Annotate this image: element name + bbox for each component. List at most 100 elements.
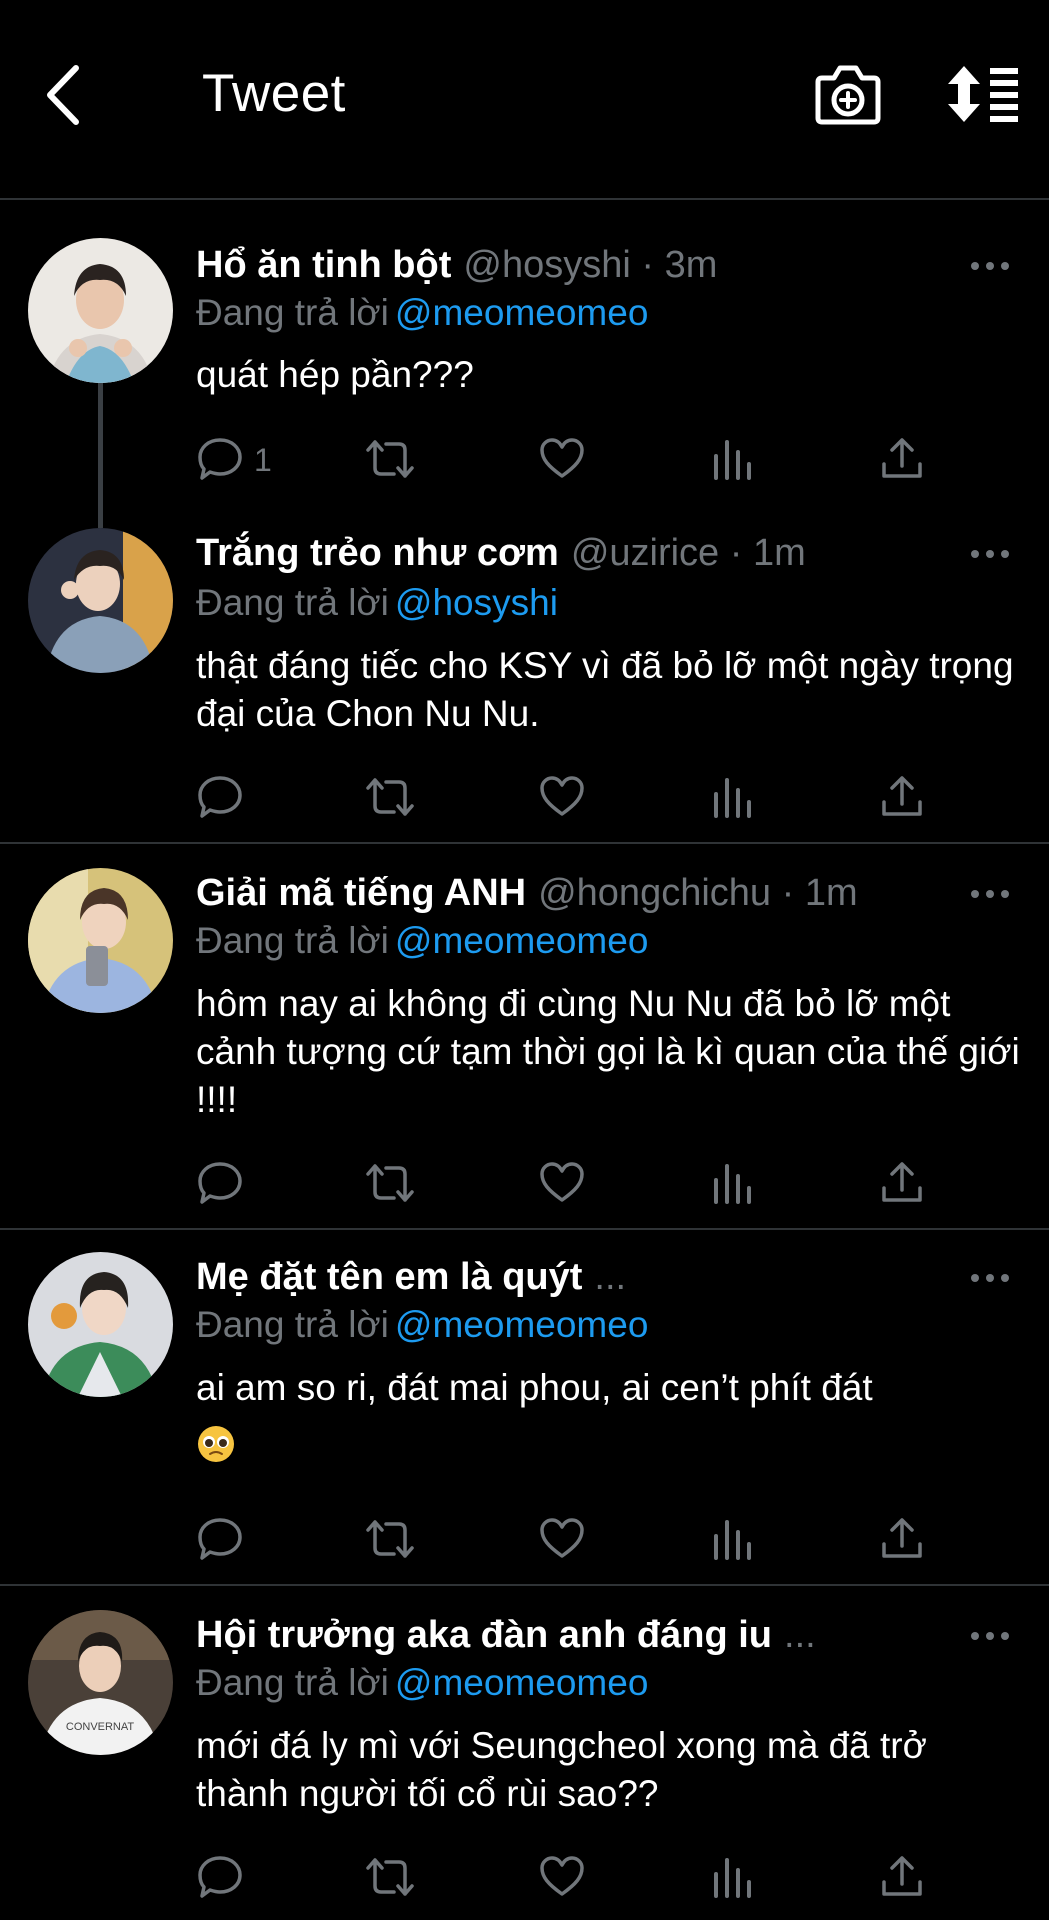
avatar[interactable]: CONVERNAT [28,1610,173,1755]
action-bar [196,1852,936,1902]
heart-icon [540,1162,584,1202]
tweet-text: hôm nay ai không đi cùng Nu Nu đã bỏ lỡ … [196,983,1020,1120]
replying-to-label: Đang trả lời [196,1304,389,1345]
more-horizontal-icon [971,890,1009,898]
action-bar [196,1158,936,1208]
replying-to: Đang trả lời @meomeomeo [196,288,648,338]
retweet-icon [366,1858,414,1896]
reply-icon [198,1856,242,1898]
tweet-item[interactable]: Trắng trẻo như cơm @uzirice · 1m Đang trả… [0,500,1049,842]
camera-button[interactable] [812,62,884,126]
retweet-button[interactable] [364,1852,416,1902]
reply-button[interactable] [196,772,244,822]
share-button[interactable] [880,434,924,484]
tweet-text-block: ai am so ri, đát mai phou, ai cen’t phít… [196,1364,1026,1468]
retweet-button[interactable] [364,772,416,822]
tweet-header: Trắng trẻo như cơm @uzirice · 1m [196,528,939,578]
share-icon [882,438,922,478]
avatar[interactable] [28,1252,173,1397]
reply-button[interactable] [196,1158,244,1208]
heart-icon [540,1518,584,1558]
reply-icon [198,1518,242,1560]
replying-to-label: Đang trả lời [196,582,389,623]
avatar-image [28,1252,173,1397]
handle-time: @hosyshi · 3m [463,244,718,286]
reply-button[interactable] [196,1852,244,1902]
avatar-image [28,238,173,383]
display-name[interactable]: Mẹ đặt tên em là quýt [196,1256,582,1298]
tweet-item[interactable]: Hổ ăn tinh bột @hosyshi · 3m Đang trả lời… [0,200,1049,500]
more-horizontal-icon [971,1274,1009,1282]
sort-list-icon [948,66,1018,122]
display-name[interactable]: Trắng trẻo như cơm [196,532,559,574]
share-button[interactable] [880,772,924,822]
like-button[interactable] [538,1158,586,1208]
mention-link[interactable]: @meomeomeo [395,1304,649,1345]
share-button[interactable] [880,1158,924,1208]
analytics-icon [714,1164,751,1204]
replying-to: Đang trả lời @meomeomeo [196,1300,648,1350]
tweet-item[interactable]: CONVERNAT Hội trưởng aka đàn anh đáng iu… [0,1586,1049,1920]
avatar-image: CONVERNAT [28,1610,173,1755]
reply-icon [198,438,242,480]
like-button[interactable] [538,1514,586,1564]
share-button[interactable] [880,1852,924,1902]
replying-to: Đang trả lời @hosyshi [196,578,558,628]
analytics-icon [714,440,751,480]
avatar-shirt-text: CONVERNAT [66,1721,135,1733]
tweet-text: ai am so ri, đát mai phou, ai cen’t phít… [196,1367,873,1408]
share-button[interactable] [880,1514,924,1564]
reply-button[interactable] [196,1514,244,1564]
views-button[interactable] [710,1852,754,1902]
views-button[interactable] [710,1158,754,1208]
more-options-button[interactable] [970,1629,1010,1641]
retweet-button[interactable] [364,434,416,484]
like-button[interactable] [538,772,586,822]
views-button[interactable] [710,434,754,484]
like-button[interactable] [538,434,586,484]
sort-button[interactable] [944,64,1020,124]
tweet-text: quát hép pần??? [196,354,474,395]
reply-button[interactable]: 1 [196,434,272,484]
retweet-icon [366,1164,414,1202]
tweet-item[interactable]: Mẹ đặt tên em là quýt... Đang trả lời @me… [0,1230,1049,1584]
avatar[interactable] [28,868,173,1013]
avatar[interactable] [28,238,173,383]
heart-icon [540,1856,584,1896]
mention-link[interactable]: @meomeomeo [395,1662,649,1703]
tweet-item[interactable]: Giải mã tiếng ANH @hongchichu · 1m Đang t… [0,844,1049,1228]
views-button[interactable] [710,1514,754,1564]
more-options-button[interactable] [970,887,1010,899]
views-button[interactable] [710,772,754,822]
analytics-icon [714,1858,751,1898]
retweet-button[interactable] [364,1158,416,1208]
handle-time: ... [594,1256,627,1298]
more-options-button[interactable] [970,259,1010,271]
chevron-left-icon [47,65,79,125]
retweet-button[interactable] [364,1514,416,1564]
mention-link[interactable]: @meomeomeo [395,920,649,961]
reply-count: 1 [254,442,272,478]
more-options-button[interactable] [970,1271,1010,1283]
tweet-header: Hội trưởng aka đàn anh đáng iu... [196,1610,939,1660]
retweet-icon [366,778,414,816]
tweet-header: Mẹ đặt tên em là quýt... [196,1252,939,1302]
avatar-image [28,868,173,1013]
display-name[interactable]: Giải mã tiếng ANH [196,872,526,914]
display-name[interactable]: Hội trưởng aka đàn anh đáng iu [196,1614,772,1656]
camera-add-icon [815,65,881,125]
more-options-button[interactable] [970,547,1010,559]
share-icon [882,1518,922,1558]
mention-link[interactable]: @hosyshi [395,582,558,623]
action-bar [196,1514,936,1564]
thread-connector [98,383,103,500]
avatar[interactable] [28,528,173,673]
replying-to-label: Đang trả lời [196,920,389,961]
display-name[interactable]: Hổ ăn tinh bột [196,244,451,286]
heart-icon [540,776,584,816]
handle-time: @uzirice · 1m [570,532,806,574]
page-title: Tweet [202,64,346,123]
mention-link[interactable]: @meomeomeo [395,292,649,333]
back-button[interactable] [36,60,92,130]
like-button[interactable] [538,1852,586,1902]
